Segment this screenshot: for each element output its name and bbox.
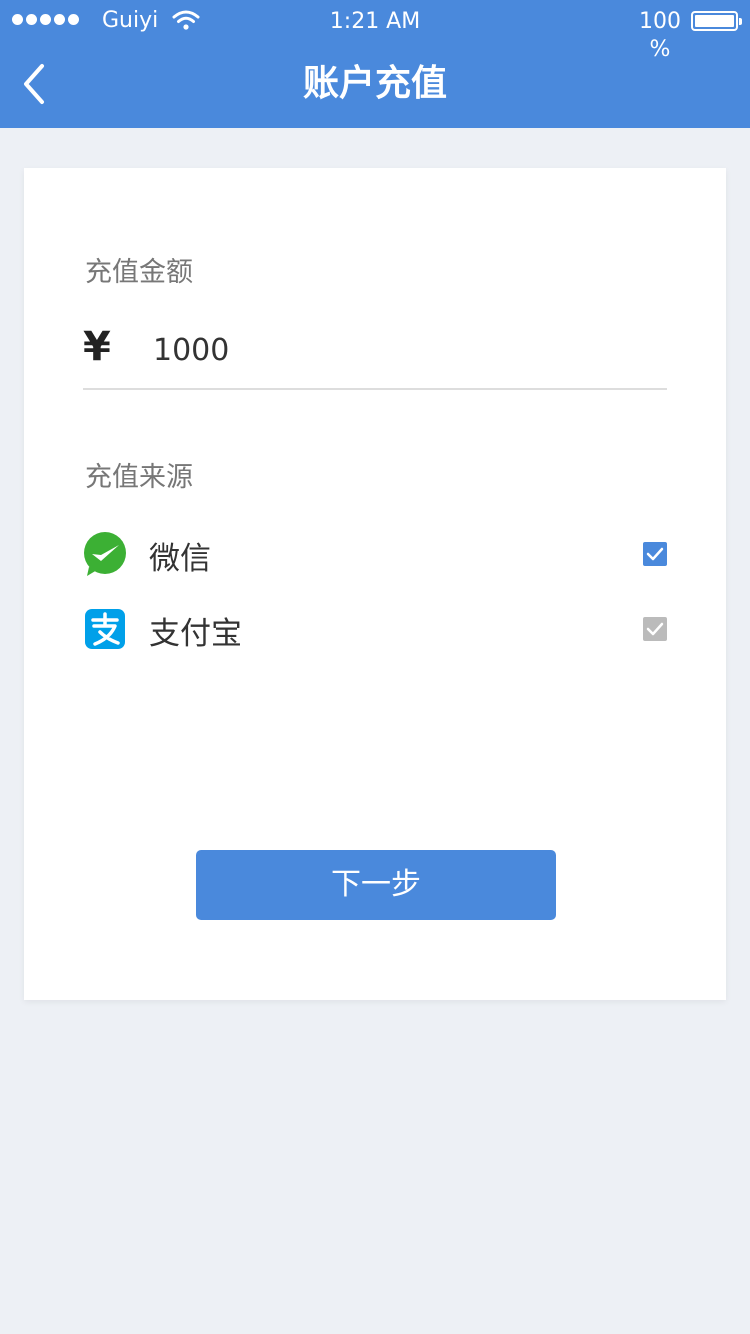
alipay-icon: [85, 609, 125, 649]
page-title: 账户充值: [302, 63, 447, 104]
checkbox-alipay[interactable]: [643, 617, 667, 641]
check-icon: [646, 547, 664, 561]
status-time: 1:21 AM: [329, 9, 421, 34]
wechat-pay-icon: [84, 532, 126, 576]
recharge-card: 充值金额 ¥ 充值来源 微信 支付宝 下一步: [24, 168, 726, 1000]
amount-row: ¥: [83, 318, 667, 390]
currency-symbol: ¥: [83, 324, 111, 370]
battery-percent: 100 %: [639, 9, 681, 62]
source-label: 充值来源: [85, 462, 193, 493]
next-step-button[interactable]: 下一步: [196, 850, 556, 920]
status-bar: Guiyi 1:21 AM 100 %: [0, 0, 750, 62]
pay-option-alipay[interactable]: 支付宝: [83, 604, 667, 654]
wifi-icon: [172, 10, 200, 30]
checkbox-wechat[interactable]: [643, 542, 667, 566]
pay-option-label: 支付宝: [149, 616, 242, 652]
signal-dots-icon: [12, 14, 79, 25]
battery-icon: [691, 11, 742, 31]
pay-option-wechat[interactable]: 微信: [83, 529, 667, 579]
carrier-name: Guiyi: [102, 8, 159, 33]
app-header: Guiyi 1:21 AM 100 % 账户充值: [0, 0, 750, 128]
check-icon: [646, 622, 664, 636]
amount-label: 充值金额: [85, 257, 193, 288]
amount-input[interactable]: [153, 328, 653, 372]
pay-option-label: 微信: [149, 541, 211, 577]
